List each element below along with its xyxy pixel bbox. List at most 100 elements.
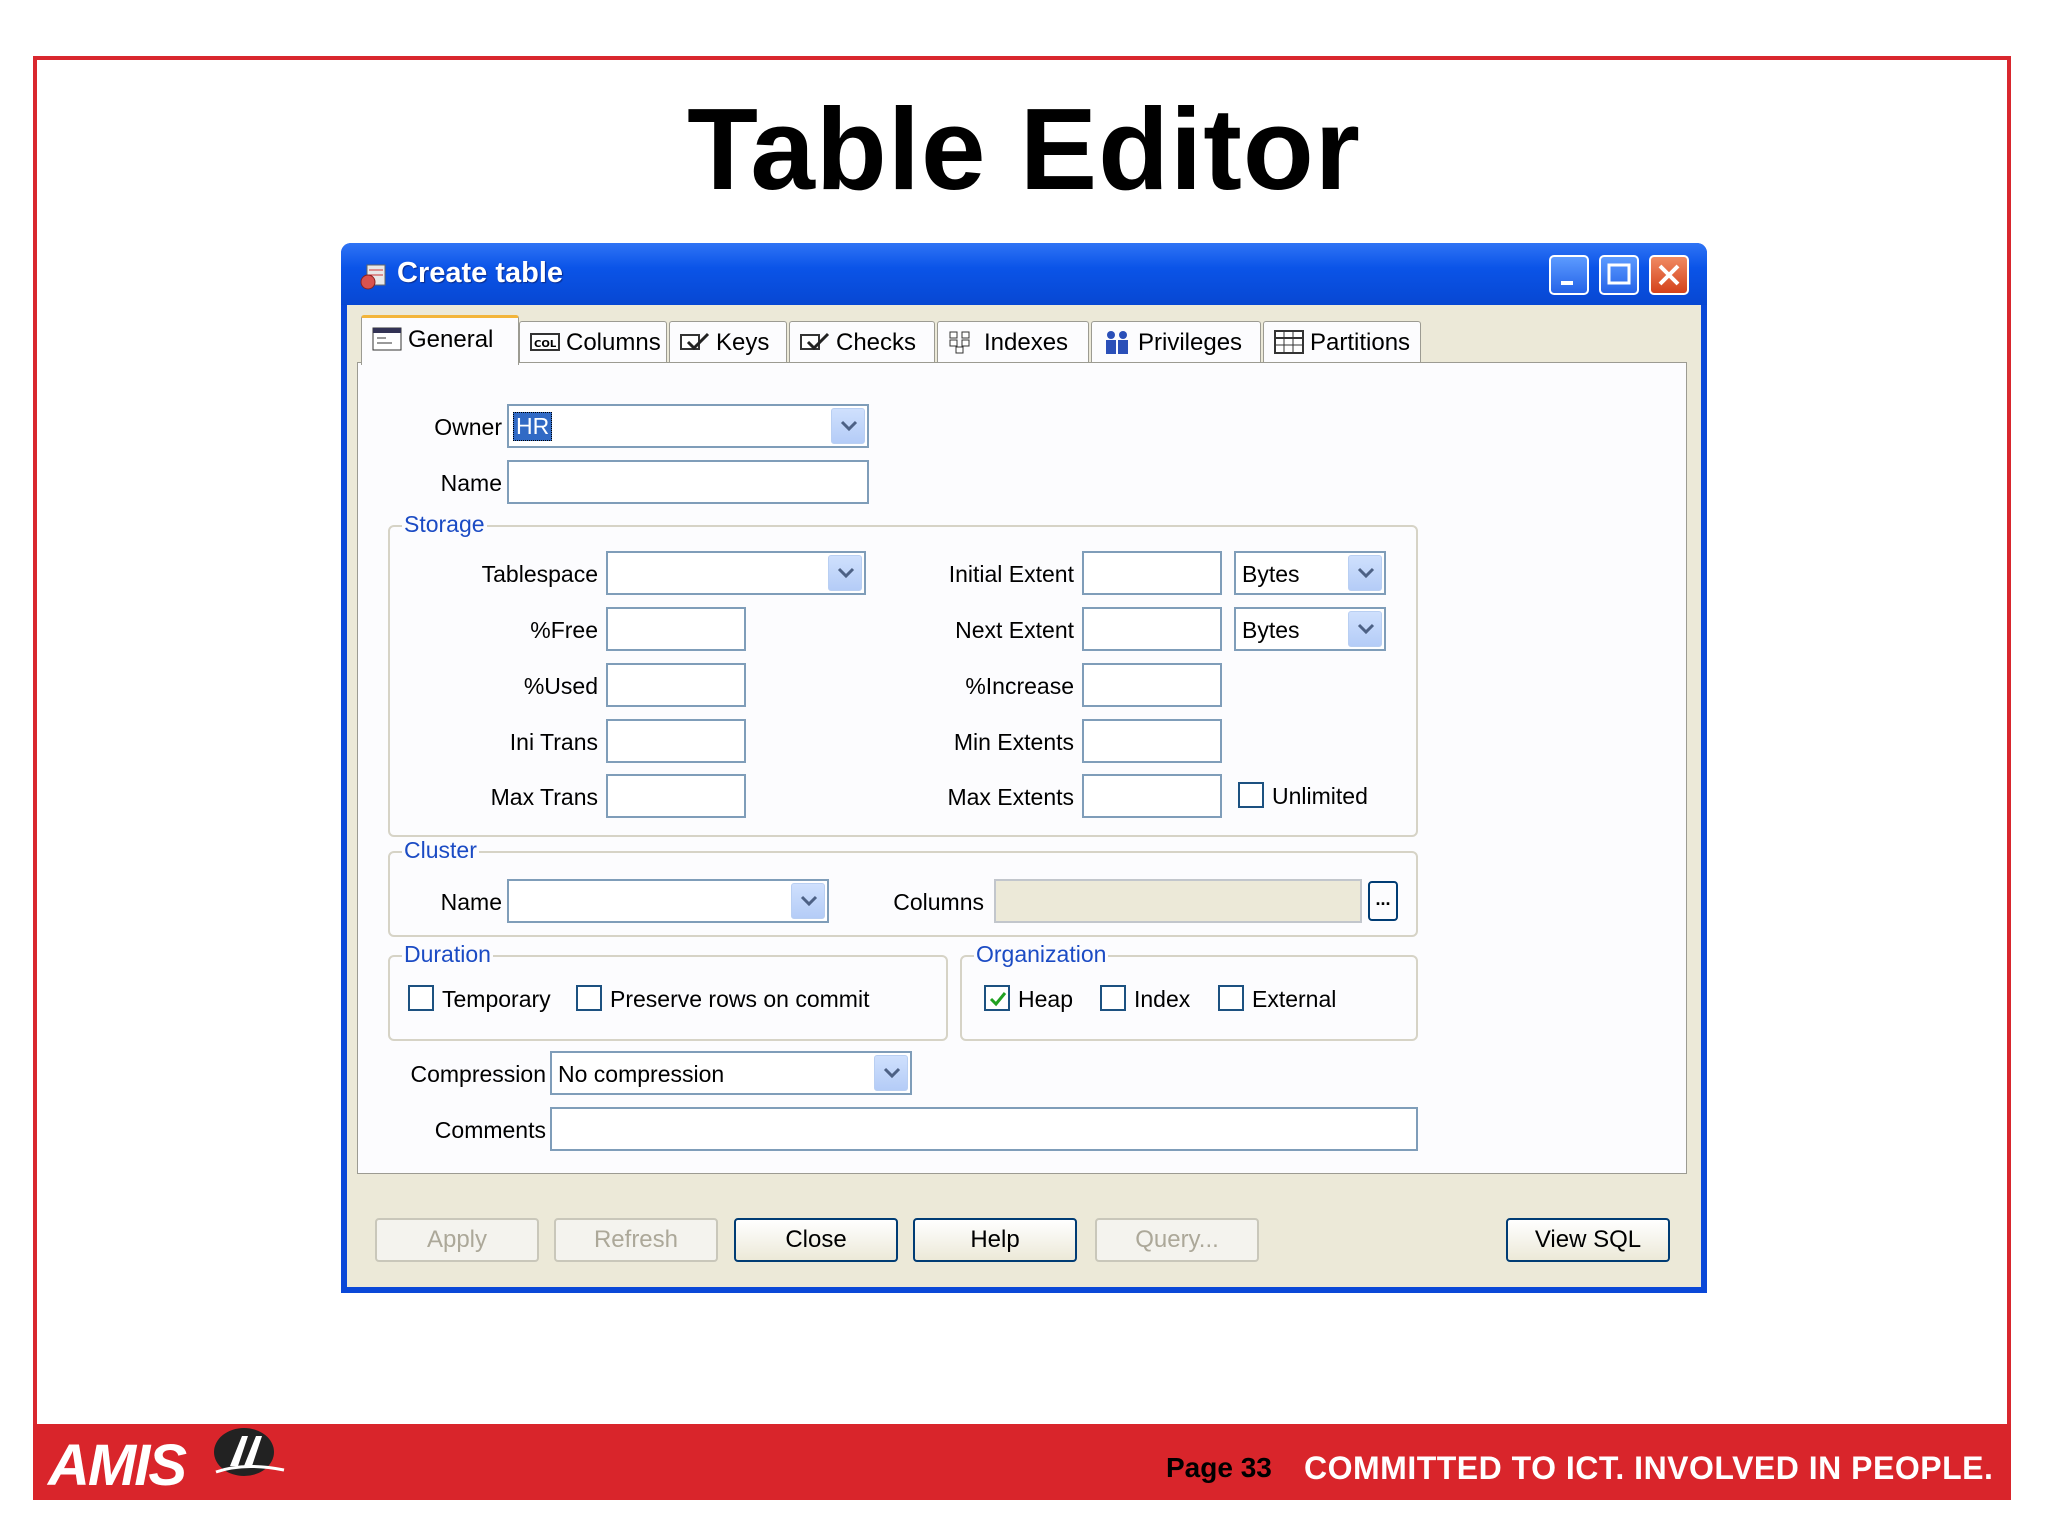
tab-partitions[interactable]: Partitions (1263, 321, 1421, 363)
maximize-button[interactable] (1599, 255, 1639, 295)
tab-label: Columns (566, 329, 661, 356)
cluster-columns-label: Columns (893, 889, 984, 915)
free-input[interactable] (606, 607, 746, 651)
title-bar[interactable]: Create table (341, 243, 1707, 305)
preserve-rows-checkbox[interactable] (576, 985, 602, 1011)
window-title: Create table (397, 257, 564, 289)
cluster-group-title: Cluster (402, 837, 479, 864)
checks-icon (800, 332, 830, 351)
tablespace-combo[interactable] (606, 551, 866, 595)
heap-checkbox[interactable] (984, 985, 1010, 1011)
compression-value: No compression (558, 1061, 725, 1087)
maximize-icon (1607, 263, 1631, 285)
increase-input[interactable] (1082, 663, 1222, 707)
general-icon (372, 327, 402, 351)
initial-extent-unit-combo[interactable]: Bytes (1234, 551, 1386, 595)
chevron-down-icon (883, 1067, 901, 1079)
min-extents-label: Min Extents (953, 729, 1074, 755)
tab-label: Indexes (984, 329, 1069, 356)
increase-label: %Increase (965, 673, 1074, 699)
temporary-checkbox[interactable] (408, 985, 434, 1011)
cluster-name-label: Name (440, 889, 502, 915)
compression-dropdown-button[interactable] (874, 1055, 908, 1091)
tab-keys[interactable]: Keys (669, 321, 787, 363)
max-trans-input[interactable] (606, 774, 746, 818)
duration-group-title: Duration (402, 941, 493, 968)
name-input[interactable] (507, 460, 869, 504)
initial-extent-label: Initial Extent (948, 561, 1074, 587)
next-extent-unit: Bytes (1242, 617, 1300, 643)
tab-privileges[interactable]: Privileges (1091, 321, 1261, 363)
max-extents-input[interactable] (1082, 774, 1222, 818)
index-checkbox[interactable] (1100, 985, 1126, 1011)
close-icon (1658, 264, 1680, 286)
general-tab-panel: Owner HR Name Storage Tablespace %Free %… (357, 362, 1687, 1174)
heap-label: Heap (1018, 986, 1073, 1012)
tab-label: Keys (716, 329, 770, 356)
name-label: Name (440, 470, 502, 496)
tablespace-label: Tablespace (481, 561, 598, 587)
slide-title: Table Editor (687, 84, 1361, 214)
next-extent-input[interactable] (1082, 607, 1222, 651)
next-extent-unit-dropdown[interactable] (1348, 611, 1382, 647)
initial-extent-input[interactable] (1082, 551, 1222, 595)
tab-label: General (408, 326, 494, 353)
min-extents-input[interactable] (1082, 719, 1222, 763)
page-number: Page 33 (1166, 1452, 1272, 1483)
preserve-rows-label: Preserve rows on commit (610, 986, 870, 1012)
tab-indexes[interactable]: Indexes (937, 321, 1089, 363)
tab-label: Partitions (1310, 329, 1411, 356)
index-label: Index (1134, 986, 1191, 1012)
keys-icon (680, 332, 710, 351)
ini-trans-input[interactable] (606, 719, 746, 763)
apply-button[interactable]: Apply (375, 1218, 539, 1262)
tablespace-dropdown-button[interactable] (828, 555, 862, 591)
checkmark-icon (989, 992, 1007, 1007)
compression-combo[interactable]: No compression (550, 1051, 912, 1095)
initial-extent-unit: Bytes (1242, 561, 1300, 587)
used-input[interactable] (606, 663, 746, 707)
external-checkbox[interactable] (1218, 985, 1244, 1011)
close-window-button[interactable] (1649, 255, 1689, 295)
free-label: %Free (530, 617, 598, 643)
unlimited-checkbox[interactable] (1238, 782, 1264, 808)
owner-dropdown-button[interactable] (831, 408, 865, 444)
next-extent-unit-combo[interactable]: Bytes (1234, 607, 1386, 651)
close-button[interactable]: Close (734, 1218, 898, 1262)
help-button[interactable]: Help (913, 1218, 1077, 1262)
partitions-icon (1274, 330, 1304, 354)
tab-checks[interactable]: Checks (789, 321, 935, 363)
query-button[interactable]: Query... (1095, 1218, 1259, 1262)
create-table-window: Create table General COL Columns Keys Ch… (341, 243, 1707, 1293)
svg-text:COL: COL (534, 339, 557, 350)
privileges-icon (1106, 331, 1128, 354)
chevron-down-icon (837, 567, 855, 579)
chevron-down-icon (1357, 623, 1375, 635)
view-sql-button[interactable]: View SQL (1506, 1218, 1670, 1262)
comments-input[interactable] (550, 1107, 1418, 1151)
footer-tagline: COMMITTED TO ICT. INVOLVED IN PEOPLE. (1304, 1450, 1994, 1486)
next-extent-label: Next Extent (955, 617, 1074, 643)
partner-logo-icon (214, 1428, 285, 1476)
initial-extent-unit-dropdown[interactable] (1348, 555, 1382, 591)
chevron-down-icon (840, 420, 858, 432)
refresh-button[interactable]: Refresh (554, 1218, 718, 1262)
amis-logo: AMIS (48, 1433, 187, 1498)
minimize-icon (1561, 281, 1573, 285)
chevron-down-icon (800, 895, 818, 907)
storage-group-title: Storage (402, 511, 487, 538)
cluster-name-dropdown[interactable] (791, 883, 825, 919)
used-label: %Used (523, 673, 598, 699)
owner-combo[interactable]: HR (507, 404, 869, 448)
cluster-columns-ellipsis-button[interactable]: ... (1368, 881, 1398, 921)
tab-columns[interactable]: COL Columns (519, 321, 667, 363)
comments-label: Comments (434, 1117, 546, 1143)
tab-general[interactable]: General (361, 315, 519, 365)
max-trans-label: Max Trans (490, 784, 598, 810)
external-label: External (1252, 986, 1337, 1012)
chevron-down-icon (1357, 567, 1375, 579)
cluster-name-combo[interactable] (507, 879, 829, 923)
app-icon (360, 264, 386, 290)
owner-value: HR (513, 412, 553, 441)
minimize-button[interactable] (1549, 255, 1589, 295)
